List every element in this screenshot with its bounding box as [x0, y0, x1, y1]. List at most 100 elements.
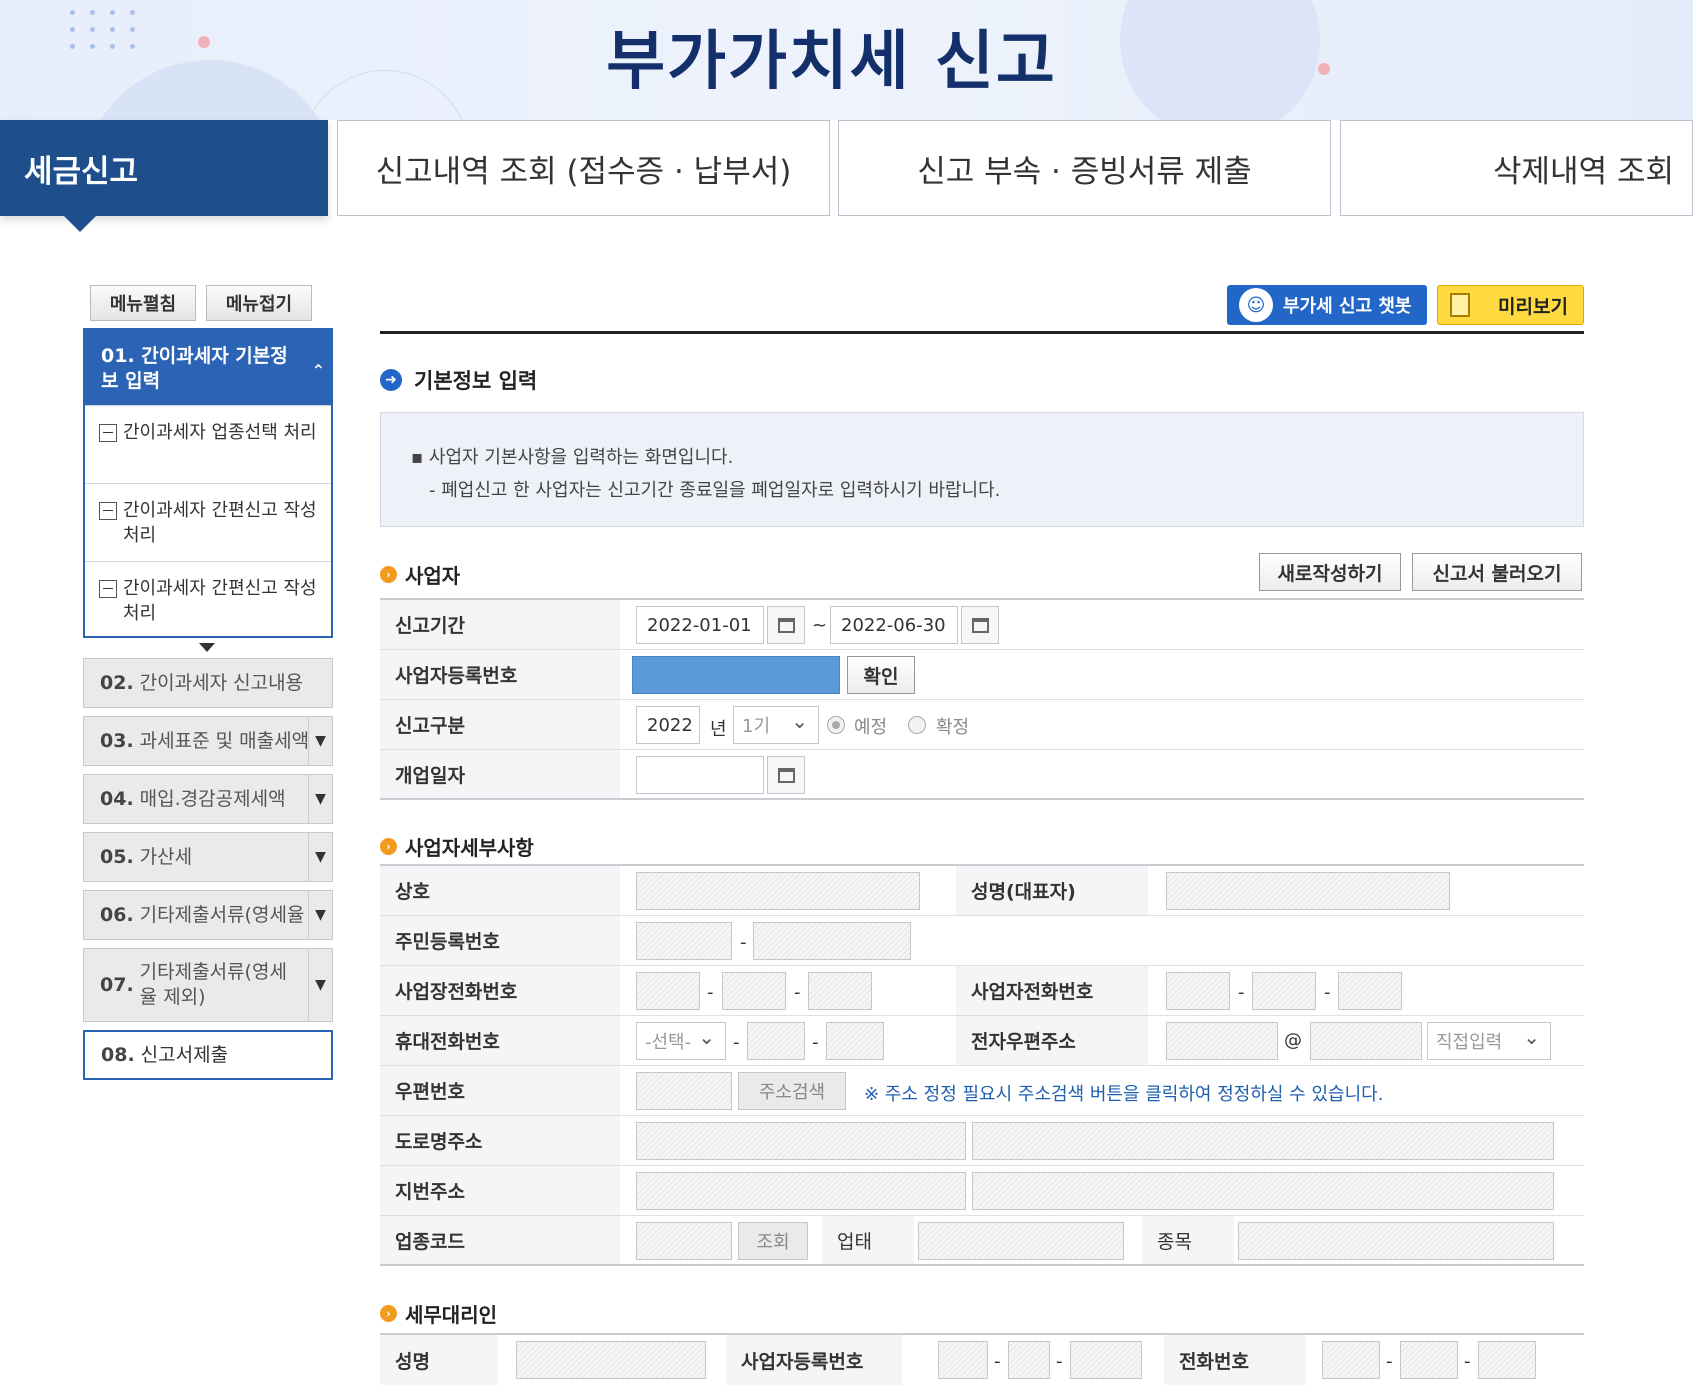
lot-address-2[interactable] — [972, 1172, 1554, 1210]
period-end-input[interactable]: 2022-06-30 — [830, 606, 958, 644]
menu-collapse-button[interactable]: 메뉴접기 — [206, 285, 312, 321]
regno-input-masked[interactable] — [632, 656, 840, 694]
tab-submit-documents[interactable]: 신고 부속 · 증빙서류 제출 — [838, 120, 1331, 216]
calendar-icon[interactable] — [767, 606, 805, 644]
owner-phone-2[interactable] — [1252, 972, 1316, 1010]
collapse-box-icon — [99, 580, 117, 598]
road-address-1[interactable] — [636, 1122, 966, 1160]
period-start-input[interactable]: 2022-01-01 — [636, 606, 764, 644]
row-zip: 우편번호 주소검색 ※ 주소 정정 필요시 주소검색 버튼을 클릭하여 정정하실… — [380, 1066, 1584, 1116]
biz-phone-3[interactable] — [808, 972, 872, 1010]
label-biz-type: 업태 — [822, 1216, 914, 1264]
email-domain-input[interactable] — [1310, 1022, 1422, 1060]
chevron-down-icon[interactable]: ▼ — [308, 717, 332, 765]
calendar-icon[interactable] — [767, 756, 805, 794]
divider — [380, 331, 1584, 334]
dash: - — [1238, 982, 1245, 1003]
section-title-text: 기본정보 입력 — [414, 369, 538, 393]
lot-address-1[interactable] — [636, 1172, 966, 1210]
step-title: 간이과세자 신고내용 — [139, 671, 304, 694]
step-3[interactable]: 03. 과세표준 및 매출세액 ▼ — [83, 716, 333, 766]
agent-regno-1[interactable] — [938, 1341, 988, 1379]
mobile-3[interactable] — [826, 1022, 884, 1060]
road-address-2[interactable] — [972, 1122, 1554, 1160]
open-date-input[interactable] — [636, 756, 764, 794]
zip-input[interactable] — [636, 1072, 732, 1110]
tab-tax-filing[interactable]: 세금신고 — [0, 120, 328, 232]
sidebar-subitem[interactable]: 간이과세자 간편신고 작성 처리 — [85, 561, 331, 639]
dash: - — [812, 1032, 819, 1053]
owner-phone-1[interactable] — [1166, 972, 1230, 1010]
sidebar-subitem[interactable]: 간이과세자 업종선택 처리 — [85, 405, 331, 483]
step-title: 기타제출서류(영세율 제외) — [139, 961, 287, 1008]
main-tabs: 세금신고 신고내역 조회 (접수증 · 납부서) 신고 부속 · 증빙서류 제출… — [0, 120, 1693, 232]
agent-phone-2[interactable] — [1400, 1341, 1458, 1379]
year-input[interactable]: 2022 — [636, 706, 700, 744]
email-domain-select[interactable]: 직접입력 — [1427, 1022, 1551, 1060]
owner-phone-3[interactable] — [1338, 972, 1402, 1010]
chevron-down-icon[interactable]: ▼ — [308, 949, 332, 1021]
chevron-down-icon[interactable]: ▼ — [308, 775, 332, 823]
email-id-input[interactable] — [1166, 1022, 1278, 1060]
label-open-date: 개업일자 — [380, 750, 620, 798]
radio-final[interactable] — [908, 716, 926, 734]
business-title-text: 사업자 — [405, 564, 461, 588]
tab-deleted-history[interactable]: 삭제내역 조회 — [1340, 120, 1693, 216]
industry-code-input[interactable] — [636, 1222, 732, 1260]
label-regno: 사업자등록번호 — [380, 650, 620, 699]
calendar-icon[interactable] — [961, 606, 999, 644]
menu-expand-button[interactable]: 메뉴펼침 — [90, 285, 196, 321]
rep-name-input[interactable] — [1166, 872, 1450, 910]
label-email: 전자우편주소 — [956, 1016, 1148, 1065]
step-7[interactable]: 07. 기타제출서류(영세율 제외) ▼ — [83, 948, 333, 1022]
chatbot-button[interactable]: ☺ 부가세 신고 챗봇 — [1227, 285, 1427, 325]
year-unit: 년 — [710, 719, 727, 740]
agent-phone-3[interactable] — [1478, 1341, 1536, 1379]
confirm-button[interactable]: 확인 — [847, 656, 915, 694]
mobile-2[interactable] — [747, 1022, 805, 1060]
preview-button[interactable]: 미리보기 — [1437, 285, 1584, 325]
radio-prelim[interactable] — [827, 716, 845, 734]
agent-regno-3[interactable] — [1070, 1341, 1142, 1379]
resident-no-1[interactable] — [636, 922, 732, 960]
address-search-button[interactable]: 주소검색 — [738, 1072, 846, 1110]
sidebar-subitem[interactable]: 간이과세자 간편신고 작성 처리 — [85, 483, 331, 561]
step-1-header[interactable]: 01. 간이과세자 기본정보 입력 ⌃ — [85, 330, 331, 405]
step-5[interactable]: 05. 가산세 ▼ — [83, 832, 333, 882]
biz-item-input[interactable] — [1238, 1222, 1554, 1260]
row-trade-name: 상호 성명(대표자) — [380, 866, 1584, 916]
step-4[interactable]: 04. 매입.경감공제세액 ▼ — [83, 774, 333, 824]
agent-regno-2[interactable] — [1008, 1341, 1050, 1379]
biz-type-input[interactable] — [918, 1222, 1124, 1260]
dash: - — [733, 1032, 740, 1053]
label-owner-phone: 사업자전화번호 — [956, 966, 1148, 1015]
agent-name-input[interactable] — [516, 1341, 706, 1379]
step-6[interactable]: 06. 기타제출서류(영세율 ▼ — [83, 890, 333, 940]
tab-filing-history[interactable]: 신고내역 조회 (접수증 · 납부서) — [337, 120, 830, 216]
row-mobile: 휴대전화번호 -선택- - - 전자우편주소 @ 직접입력 — [380, 1016, 1584, 1066]
resident-no-2[interactable] — [753, 922, 911, 960]
term-select[interactable]: 1기 — [733, 706, 819, 744]
load-report-button[interactable]: 신고서 불러오기 — [1412, 553, 1582, 591]
step-number: 03. — [100, 729, 134, 752]
step-8[interactable]: 08. 신고서제출 — [83, 1030, 333, 1080]
subitem-label: 간이과세자 업종선택 처리 — [123, 422, 317, 443]
trade-name-input[interactable] — [636, 872, 920, 910]
chevron-down-icon[interactable]: ▼ — [308, 891, 332, 939]
step-number: 05. — [100, 845, 134, 868]
label-industry-code: 업종코드 — [380, 1216, 620, 1264]
dash: - — [794, 982, 801, 1003]
industry-lookup-button[interactable]: 조회 — [738, 1222, 808, 1260]
collapse-box-icon — [99, 424, 117, 442]
chevron-down-icon[interactable]: ▼ — [308, 833, 332, 881]
new-write-button[interactable]: 새로작성하기 — [1259, 553, 1401, 591]
radio-prelim-label: 예정 — [854, 717, 888, 738]
dash: - — [1386, 1351, 1393, 1372]
mobile-prefix-select[interactable]: -선택- — [636, 1022, 726, 1060]
bullet-icon: › — [380, 566, 397, 583]
agent-phone-1[interactable] — [1322, 1341, 1380, 1379]
step-title: 신고서제출 — [140, 1043, 229, 1066]
biz-phone-2[interactable] — [722, 972, 786, 1010]
step-2[interactable]: 02. 간이과세자 신고내용 — [83, 658, 333, 708]
biz-phone-1[interactable] — [636, 972, 700, 1010]
